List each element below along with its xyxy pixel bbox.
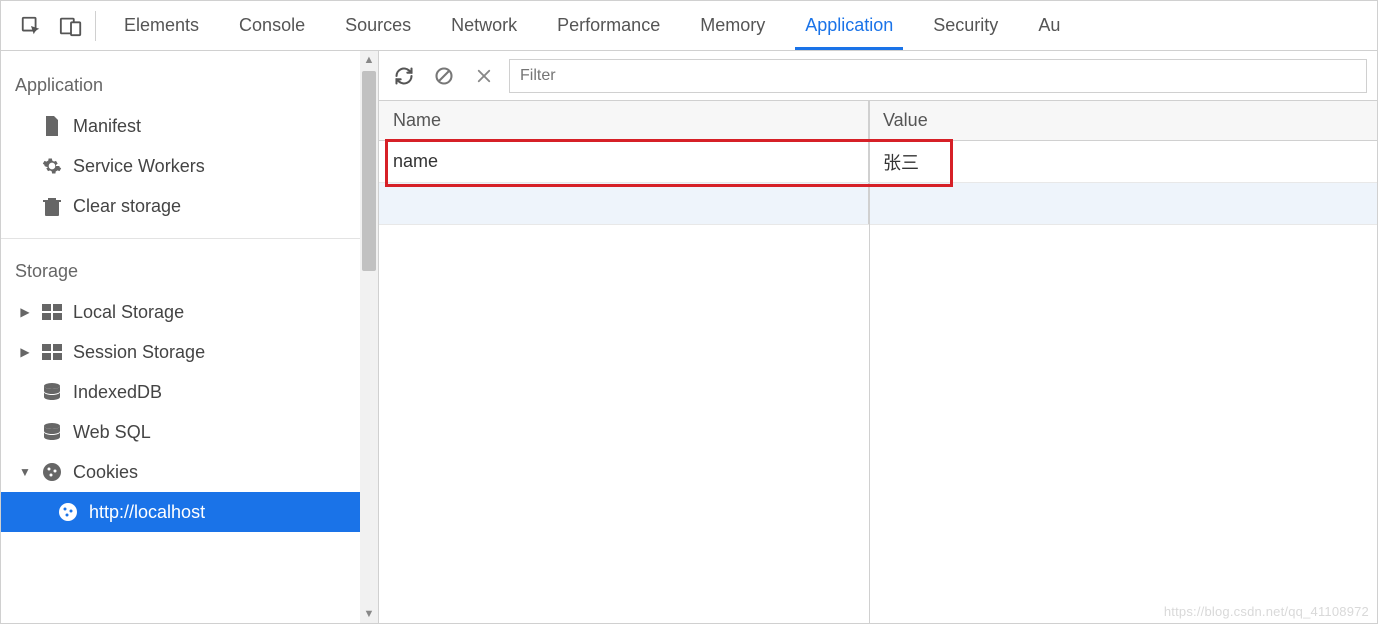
sidebar-item-label: Clear storage [73,196,181,217]
sidebar-content: Application Manifest Service Workers Cle… [1,51,360,623]
tab-performance[interactable]: Performance [537,1,680,50]
sidebar-item-indexeddb[interactable]: IndexedDB [1,372,360,412]
database-icon [41,421,63,443]
sidebar-item-label: IndexedDB [73,382,162,403]
sidebar-item-web-sql[interactable]: Web SQL [1,412,360,452]
sidebar-item-clear-storage[interactable]: Clear storage [1,186,360,226]
cell-name: name [379,141,869,182]
cookies-table: Name Value name 张三 https://blog.csdn.net… [379,101,1377,623]
column-header-name[interactable]: Name [379,101,869,140]
main-split: Application Manifest Service Workers Cle… [1,51,1377,623]
content-pane: Name Value name 张三 https://blog.csdn.net… [379,51,1377,623]
tab-more-truncated[interactable]: Au [1018,1,1080,50]
sidebar-item-service-workers[interactable]: Service Workers [1,146,360,186]
cookie-icon [57,501,79,523]
caret-right-icon: ▶ [19,345,31,359]
separator [95,11,96,41]
sidebar-item-label: http://localhost [89,502,205,523]
trash-icon [41,195,63,217]
sidebar-item-label: Service Workers [73,156,205,177]
caret-right-icon: ▶ [19,305,31,319]
tab-elements[interactable]: Elements [104,1,219,50]
sidebar-item-label: Session Storage [73,342,205,363]
table-row-empty[interactable] [379,183,1377,225]
column-header-value[interactable]: Value [869,101,1377,140]
application-sidebar: Application Manifest Service Workers Cle… [1,51,379,623]
cell-empty [869,183,1377,224]
scroll-up-icon[interactable]: ▲ [360,51,378,69]
tabs-container: Elements Console Sources Network Perform… [104,1,1367,50]
table-grid-icon [41,341,63,363]
watermark-text: https://blog.csdn.net/qq_41108972 [1164,604,1369,619]
sidebar-item-label: Local Storage [73,302,184,323]
sidebar-item-label: Web SQL [73,422,151,443]
tab-memory[interactable]: Memory [680,1,785,50]
devtools-tabbar: Elements Console Sources Network Perform… [1,1,1377,51]
sidebar-item-session-storage[interactable]: ▶ Session Storage [1,332,360,372]
filter-input[interactable] [509,59,1367,93]
delete-selected-button[interactable] [469,61,499,91]
sidebar-item-cookie-origin[interactable]: http://localhost [1,492,360,532]
caret-down-icon: ▼ [19,465,31,479]
table-grid-icon [41,301,63,323]
tab-network[interactable]: Network [431,1,537,50]
sidebar-item-label: Manifest [73,116,141,137]
tab-sources[interactable]: Sources [325,1,431,50]
sidebar-item-cookies[interactable]: ▼ Cookies [1,452,360,492]
tab-security[interactable]: Security [913,1,1018,50]
scroll-down-icon[interactable]: ▼ [360,605,378,623]
table-body: name 张三 [379,141,1377,225]
file-icon [41,115,63,137]
column-divider[interactable] [869,101,870,623]
sidebar-item-local-storage[interactable]: ▶ Local Storage [1,292,360,332]
section-header-storage: Storage [1,253,360,292]
sidebar-item-label: Cookies [73,462,138,483]
inspect-element-icon[interactable] [11,6,51,46]
section-divider [1,238,360,239]
database-icon [41,381,63,403]
table-header: Name Value [379,101,1377,141]
section-header-application: Application [1,67,360,106]
scroll-thumb[interactable] [362,71,376,271]
cell-empty [379,183,869,224]
cell-value: 张三 [869,141,1377,182]
device-toolbar-icon[interactable] [51,6,91,46]
cookies-toolbar [379,51,1377,101]
gear-icon [41,155,63,177]
table-row[interactable]: name 张三 [379,141,1377,183]
sidebar-item-manifest[interactable]: Manifest [1,106,360,146]
refresh-button[interactable] [389,61,419,91]
clear-all-button[interactable] [429,61,459,91]
tab-console[interactable]: Console [219,1,325,50]
sidebar-scrollbar[interactable]: ▲ ▼ [360,51,378,623]
cookie-icon [41,461,63,483]
tab-application[interactable]: Application [785,1,913,50]
